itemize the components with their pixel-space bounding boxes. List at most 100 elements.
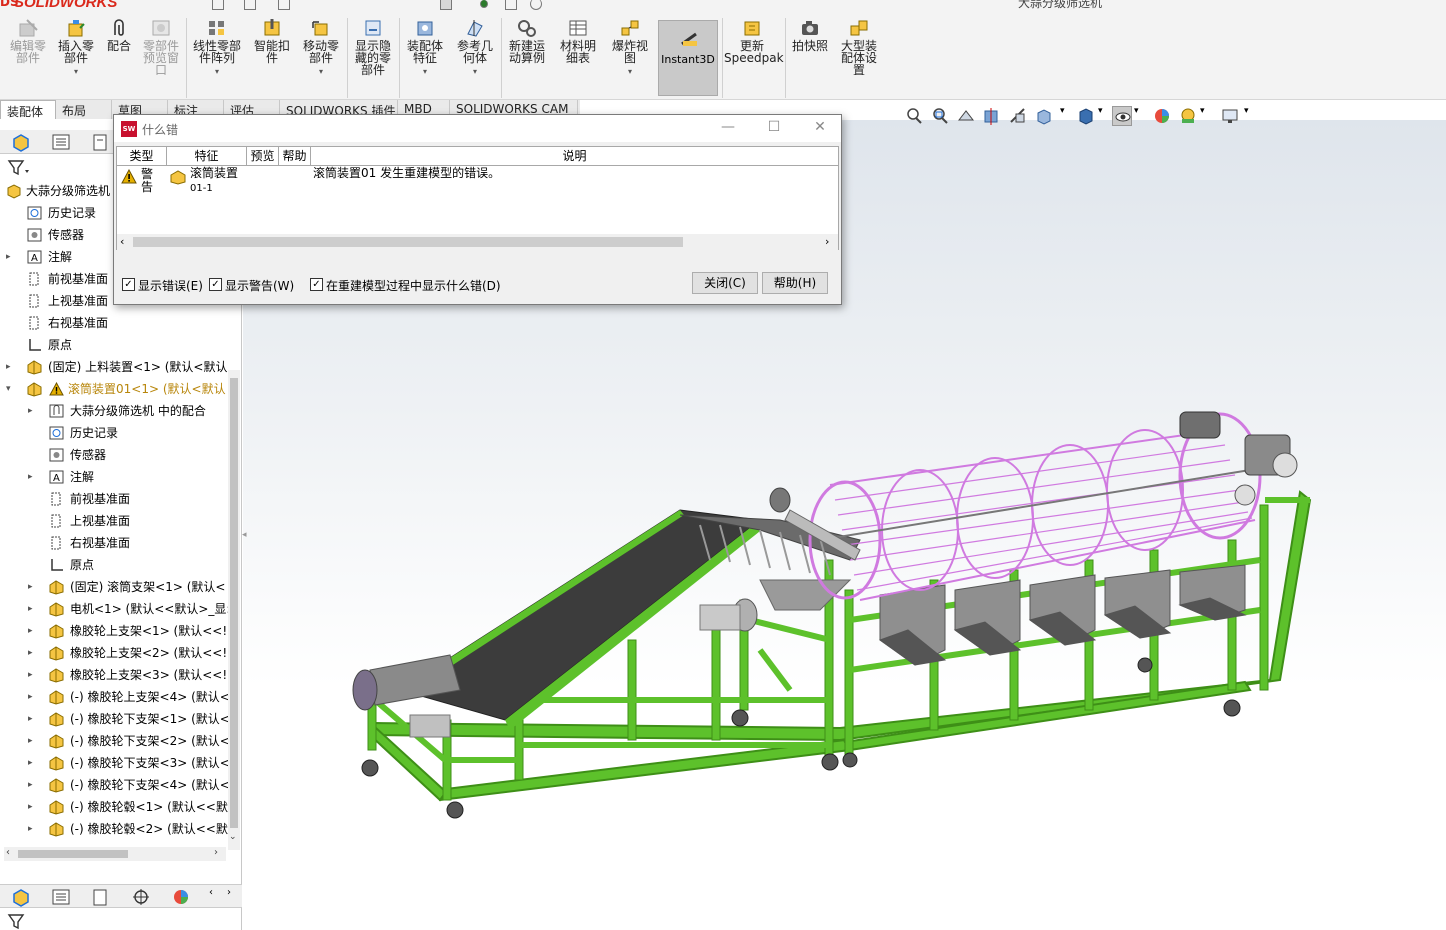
exploded-view-button[interactable]: 爆炸视 图 ▾: [606, 18, 654, 78]
whats-wrong-dialog: SW 什么错 — ☐ ✕ 类型 特征 预览 帮助 说明 警告 滚筒装置 01-1…: [113, 114, 842, 305]
tab-scroll-left-icon[interactable]: ‹: [204, 887, 218, 907]
chevron-down-icon[interactable]: ▾: [298, 66, 344, 78]
component-preview-window-button[interactable]: 零部件 预览窗 口: [139, 18, 183, 76]
tree-item-label: 注解: [48, 250, 73, 264]
insert-component-button[interactable]: 插入零 部件 ▾: [54, 18, 98, 78]
scroll-down-icon[interactable]: ⌄: [229, 832, 237, 842]
options-gear-icon[interactable]: [530, 0, 542, 10]
checkbox-checked[interactable]: ✓: [122, 278, 135, 291]
expand-arrow-icon[interactable]: ▸: [6, 356, 16, 378]
chevron-down-icon[interactable]: ▾: [54, 66, 98, 78]
linear-component-pattern-button[interactable]: 线性零部 件阵列 ▾: [190, 18, 244, 78]
ribbon-separator: [186, 18, 187, 98]
open-icon[interactable]: [278, 0, 290, 10]
chevron-down-icon[interactable]: ▾: [190, 66, 244, 78]
edit-component-button[interactable]: 编辑零 部件: [6, 18, 50, 64]
header-feature[interactable]: 特征: [167, 147, 247, 166]
feature-manager-tab-icon[interactable]: [10, 887, 34, 907]
expand-arrow-icon[interactable]: ▸: [28, 466, 38, 488]
new-file-icon[interactable]: [244, 0, 256, 10]
checkbox-checked[interactable]: ✓: [209, 278, 222, 291]
tree-vertical-scrollbar[interactable]: ⌄: [228, 370, 240, 850]
expand-arrow-icon[interactable]: ▸: [28, 818, 38, 840]
collapse-arrow-icon[interactable]: ▾: [6, 378, 16, 400]
expand-arrow-icon[interactable]: ▸: [28, 708, 38, 730]
tab-layout[interactable]: 布局: [56, 100, 112, 119]
close-icon[interactable]: ✕: [810, 119, 830, 137]
expand-arrow-icon[interactable]: ▸: [28, 752, 38, 774]
configuration-manager-tab-icon[interactable]: [90, 132, 114, 152]
mate-button[interactable]: 配合: [104, 18, 134, 52]
expand-arrow-icon[interactable]: ▸: [28, 598, 38, 620]
dimxpert-crosshair-icon[interactable]: [130, 887, 154, 907]
tab-scroll-right-icon[interactable]: ›: [222, 887, 236, 907]
checkbox-checked[interactable]: ✓: [310, 278, 323, 291]
chevron-down-icon[interactable]: ▾: [452, 66, 498, 78]
header-type[interactable]: 类型: [117, 147, 167, 166]
expand-arrow-icon[interactable]: ▸: [28, 686, 38, 708]
reference-geometry-button[interactable]: 参考几 何体 ▾: [452, 18, 498, 78]
move-component-button[interactable]: 移动零 部件 ▾: [298, 18, 344, 78]
file-properties-icon[interactable]: [505, 0, 517, 10]
title-bar: DS SOLIDWORKS 大蒜分级筛选机: [0, 0, 1446, 12]
plane-icon: [48, 491, 65, 507]
show-hidden-components-button[interactable]: 显示隐 藏的零 部件: [350, 18, 396, 76]
scroll-left-icon[interactable]: ‹: [6, 847, 10, 858]
panel-splitter[interactable]: ◂: [242, 530, 250, 560]
chevron-down-icon[interactable]: ▾: [402, 66, 448, 78]
help-button[interactable]: 帮助(H): [762, 272, 828, 294]
filter-icon[interactable]: [6, 912, 30, 930]
rebuild-icon[interactable]: [480, 0, 488, 8]
expand-arrow-icon[interactable]: ▸: [6, 246, 16, 268]
scroll-right-icon[interactable]: ›: [214, 847, 218, 858]
tree-item-label: 上视基准面: [48, 294, 109, 308]
large-assembly-settings-button[interactable]: 大型装 配体设 置: [836, 18, 882, 76]
expand-arrow-icon[interactable]: ▸: [28, 400, 38, 422]
scrollbar-thumb[interactable]: [18, 850, 128, 858]
assembly-features-button[interactable]: 装配体 特征 ▾: [402, 18, 448, 78]
header-preview[interactable]: 预览: [247, 147, 279, 166]
expand-arrow-icon[interactable]: ▸: [28, 796, 38, 818]
scroll-left-icon[interactable]: ‹: [120, 235, 124, 248]
expand-arrow-icon[interactable]: ▸: [28, 620, 38, 642]
maximize-icon[interactable]: ☐: [764, 119, 784, 137]
configuration-manager-tab-icon[interactable]: [90, 887, 114, 907]
expand-arrow-icon[interactable]: ▸: [28, 576, 38, 598]
header-description[interactable]: 说明: [311, 147, 838, 166]
sensor-icon: [48, 447, 65, 463]
feature-manager-tab-icon[interactable]: [10, 132, 34, 152]
instant3d-button[interactable]: Instant3D: [658, 20, 718, 96]
expand-arrow-icon[interactable]: ▸: [28, 774, 38, 796]
tab-assembly[interactable]: 装配体: [0, 100, 56, 119]
update-speedpak-button[interactable]: 更新 Speedpak: [724, 18, 784, 64]
scrollbar-thumb[interactable]: [230, 378, 238, 828]
new-motion-study-button[interactable]: 新建运 动算例: [504, 18, 550, 64]
expand-arrow-icon[interactable]: ▸: [28, 642, 38, 664]
tree-item-label: (固定) 上料装置<1> (默认<默认: [48, 360, 228, 374]
dialog-title: 什么错: [142, 123, 179, 137]
scrollbar-thumb[interactable]: [133, 237, 683, 247]
camera-icon: [799, 18, 821, 38]
select-icon[interactable]: [440, 0, 452, 10]
speedpak-icon: [741, 18, 763, 38]
error-list-horizontal-scrollbar[interactable]: ‹ ›: [117, 234, 838, 250]
tree-horizontal-scrollbar[interactable]: ‹ ›: [4, 847, 226, 861]
smart-fasteners-button[interactable]: 智能扣 件: [250, 18, 294, 64]
bill-of-materials-button[interactable]: 材料明 细表: [556, 18, 600, 64]
tree-item-label: 电机<1> (默认<<默认>_显:: [70, 602, 228, 616]
home-icon[interactable]: [212, 0, 224, 10]
close-button[interactable]: 关闭(C): [692, 272, 758, 294]
expand-arrow-icon[interactable]: ▸: [28, 664, 38, 686]
chevron-down-icon[interactable]: ▾: [606, 66, 654, 78]
error-feature-instance: 01-1: [190, 183, 213, 194]
component-icon: [48, 711, 65, 727]
property-manager-tab-icon[interactable]: [50, 887, 74, 907]
property-manager-tab-icon[interactable]: [50, 132, 74, 152]
minimize-icon[interactable]: —: [718, 119, 738, 137]
scroll-right-icon[interactable]: ›: [825, 235, 829, 248]
header-help[interactable]: 帮助: [279, 147, 311, 166]
take-snapshot-button[interactable]: 拍快照: [788, 18, 832, 52]
filter-icon[interactable]: [6, 158, 30, 178]
display-manager-icon[interactable]: [170, 887, 194, 907]
expand-arrow-icon[interactable]: ▸: [28, 730, 38, 752]
